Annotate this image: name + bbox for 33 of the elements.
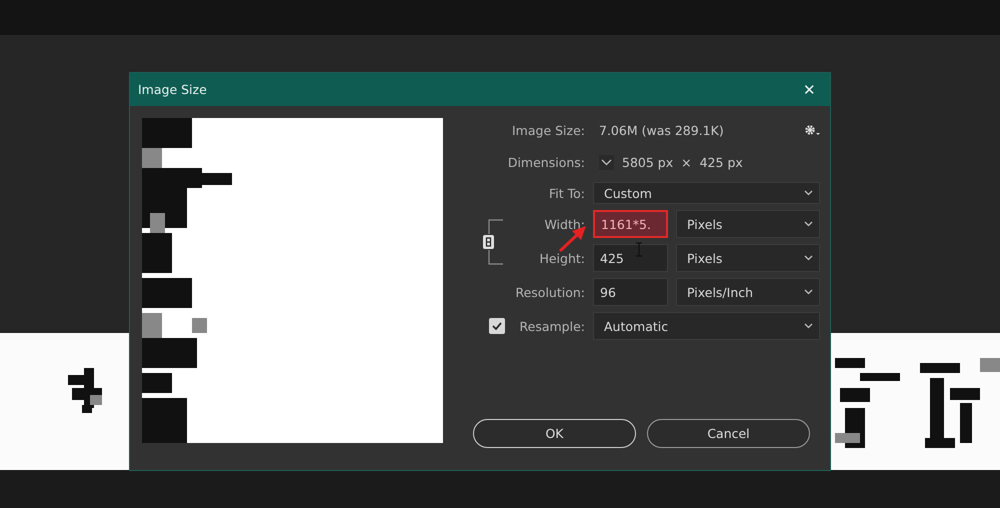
input-field[interactable]: 425 [593, 244, 668, 272]
chevron-icon [804, 323, 813, 329]
chevron-icon[interactable] [599, 154, 614, 170]
dropdown[interactable]: Automatic [593, 312, 820, 340]
checkbox[interactable] [489, 318, 505, 334]
image-size-label: Image Size: [512, 122, 585, 138]
field-label: Height: [539, 250, 585, 266]
chevron-icon [804, 255, 813, 261]
dialog-title: Image Size [138, 82, 207, 97]
dropdown[interactable]: Custom [593, 182, 820, 204]
close-button[interactable]: ✕ [799, 80, 820, 98]
times-sign: × [681, 154, 692, 170]
dimensions-value: 5805 px [622, 154, 674, 170]
dimensions-label: Dimensions: [508, 154, 585, 170]
field-label: Resolution: [515, 284, 585, 300]
text-cursor-icon [636, 242, 642, 257]
field-label: Width: [544, 216, 585, 232]
chevron-icon [804, 221, 813, 227]
image-size-value: 7.06M (was 289.1K) [599, 122, 724, 138]
dimensions-value: 425 px [700, 154, 743, 170]
settings-icon[interactable] [804, 124, 820, 136]
unit-dropdown[interactable]: Pixels [676, 244, 820, 272]
input-field[interactable]: 96 [593, 278, 668, 306]
field-label: Fit To: [549, 186, 585, 200]
chevron-icon [804, 289, 813, 295]
check-icon [492, 322, 502, 330]
unit-dropdown[interactable]: Pixels/Inch [676, 278, 820, 306]
ok-button[interactable]: OK [473, 419, 636, 448]
cancel-button[interactable]: Cancel [647, 419, 810, 448]
field-label: Resample: [520, 318, 585, 334]
input-field[interactable]: 1161*5. [593, 210, 668, 238]
unit-dropdown[interactable]: Pixels [676, 210, 820, 238]
chevron-icon [804, 190, 813, 196]
